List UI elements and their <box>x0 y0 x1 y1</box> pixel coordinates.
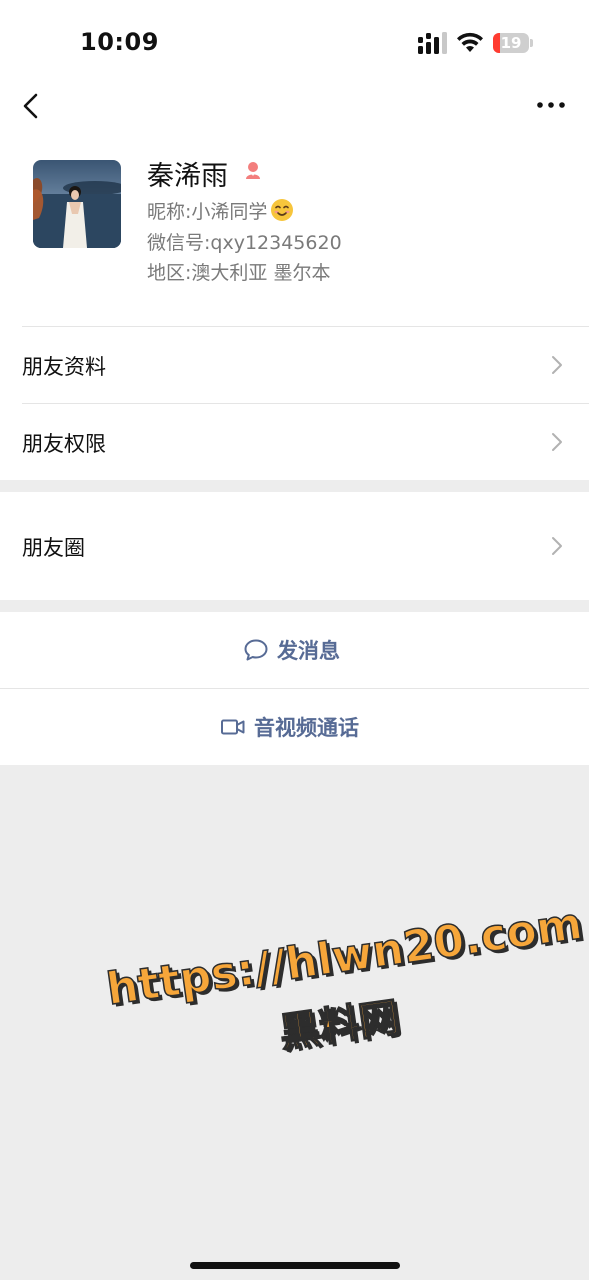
nickname-line: 昵称:小浠同学 <box>147 197 294 224</box>
profile-name: 秦浠雨 <box>147 161 228 192</box>
video-call-label: 音视频通话 <box>254 716 359 740</box>
smile-emoji-icon <box>271 199 294 221</box>
battery-level: 19 <box>500 34 522 52</box>
wechat-id-label: 微信号: <box>147 232 211 254</box>
menu-item-label: 朋友权限 <box>22 432 106 456</box>
video-call-button[interactable]: 音视频通话 <box>0 689 589 765</box>
menu-item-label: 朋友资料 <box>22 355 106 379</box>
send-message-label: 发消息 <box>277 639 340 663</box>
chevron-left-icon[interactable] <box>14 86 48 126</box>
status-time: 10:09 <box>80 28 159 56</box>
menu-item-friend-permissions[interactable]: 朋友权限 <box>0 404 589 480</box>
wifi-icon <box>457 32 483 52</box>
nickname-value: 小浠同学 <box>191 201 268 223</box>
signal-icon <box>418 32 447 54</box>
send-message-button[interactable]: 发消息 <box>0 612 589 688</box>
chevron-right-icon <box>552 433 562 451</box>
status-bar: 10:09 19 <box>0 0 589 84</box>
battery-icon: 19 <box>493 33 535 53</box>
avatar[interactable] <box>33 160 121 248</box>
chevron-right-icon <box>552 356 562 374</box>
region-label: 地区: <box>147 262 192 284</box>
menu-item-label: 朋友圈 <box>22 536 85 560</box>
wechat-id-value: qxy12345620 <box>210 232 342 254</box>
region-line: 地区:澳大利亚 墨尔本 <box>147 258 330 285</box>
video-camera-icon <box>221 719 245 735</box>
menu-item-friend-profile[interactable]: 朋友资料 <box>0 327 589 403</box>
wechat-id-line: 微信号:qxy12345620 <box>147 228 342 255</box>
more-horizontal-icon[interactable] <box>534 92 568 118</box>
region-value: 澳大利亚 墨尔本 <box>191 262 331 284</box>
section-gap <box>0 480 589 492</box>
female-icon <box>246 162 260 179</box>
chat-bubble-icon <box>244 639 268 661</box>
chevron-right-icon <box>552 537 562 555</box>
nickname-label: 昵称: <box>147 201 192 223</box>
home-indicator[interactable] <box>190 1262 400 1269</box>
menu-item-moments[interactable]: 朋友圈 <box>0 492 589 600</box>
section-gap <box>0 600 589 612</box>
watermark: https://hlwn20.com 黑料网 <box>102 894 586 1095</box>
